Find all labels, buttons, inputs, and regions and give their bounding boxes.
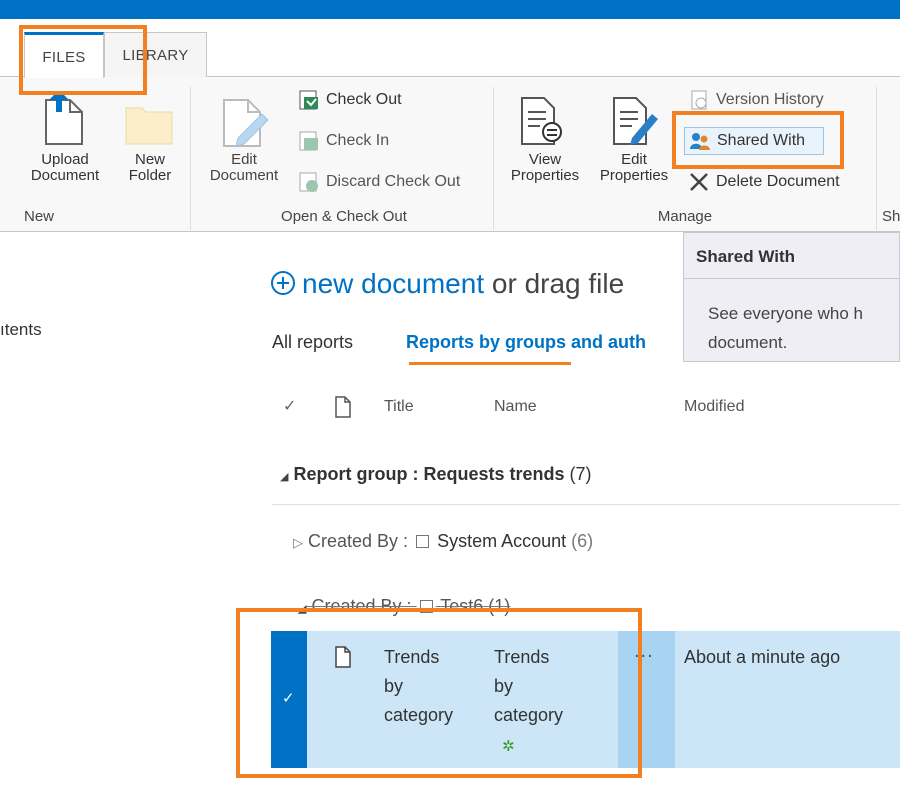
view-properties-button[interactable]: View Properties [500,94,590,194]
upload-icon [45,92,83,145]
column-header-name[interactable]: Name [494,398,537,416]
version-history-icon [691,90,707,110]
select-all-checkmark[interactable]: ✓ [283,396,296,416]
delete-document-button[interactable]: Delete Document [688,170,840,194]
view-properties-icon [521,97,562,145]
group-header-report-group[interactable]: ◢ Report group : Requests trends (7) [280,464,592,485]
new-document-link[interactable]: new document [302,268,484,299]
new-folder-button[interactable]: New Folder [118,92,182,192]
active-view-underline [409,362,571,365]
version-history-label: Version History [716,91,824,108]
drag-files-text: or drag file [484,268,625,299]
group-separator [876,87,877,230]
add-circle-icon[interactable] [270,270,296,296]
group-label-share-partial: Sh [882,208,900,225]
view-properties-label: View Properties [510,151,580,184]
edit-properties-label: Edit Properties [599,151,669,184]
group-label-open-check-out: Open & Check Out [281,208,407,225]
version-history-button[interactable]: Version History [688,88,824,112]
subgroup-count: (6) [571,531,594,551]
column-header-modified[interactable]: Modified [684,398,744,416]
collapse-triangle-icon[interactable]: ◢ [280,471,288,483]
edit-properties-icon [613,97,658,145]
presence-checkbox-icon [416,535,430,548]
tooltip-body-line: document. [708,333,788,352]
check-in-icon [299,131,318,151]
check-out-label: Check Out [326,91,402,108]
sidebar-site-contents-link[interactable]: ıtents [0,320,42,340]
group-separator [190,87,191,230]
check-in-button[interactable]: Check In [298,129,389,153]
document-type-icon [335,396,351,418]
edit-document-button[interactable]: Edit Document [200,92,288,192]
row-modified-cell: About a minute ago [684,647,841,667]
check-in-label: Check In [326,132,390,149]
new-folder-label: New Folder [128,151,172,184]
discard-check-out-icon [299,172,318,192]
upload-document-button[interactable]: Upload Document [20,92,110,192]
view-reports-by-groups[interactable]: Reports by groups and auth [406,332,646,353]
group-label-manage: Manage [657,208,713,225]
subgroup-name: System Account [437,531,567,551]
subgroup-prefix: Created By : [308,531,409,551]
tooltip-body: See everyone who h document. [684,278,900,357]
check-out-icon [299,90,318,110]
shared-with-tooltip: Shared With See everyone who h document. [683,232,900,362]
folder-icon [125,107,173,145]
tooltip-body-line: See everyone who h [708,304,863,323]
upload-document-label: Upload Document [30,151,100,184]
edit-properties-button[interactable]: Edit Properties [590,94,678,194]
column-header-title[interactable]: Title [384,398,414,416]
group-divider [272,504,900,505]
delete-x-icon [690,172,708,191]
discard-check-out-button[interactable]: Discard Check Out [298,170,460,194]
highlight-box-files-tab [19,25,147,95]
tooltip-title: Shared With [696,247,796,266]
expand-triangle-icon[interactable]: ▷ [293,535,303,550]
suite-bar [0,0,900,19]
check-out-button[interactable]: Check Out [298,88,402,112]
highlight-box-selected-row [236,608,642,778]
group-label: Report group : Requests trends [293,464,565,484]
view-all-reports[interactable]: All reports [272,332,353,353]
edit-document-label: Edit Document [209,151,279,184]
discard-check-out-label: Discard Check Out [326,173,461,190]
new-document-area: new document or drag file [270,268,624,300]
delete-document-label: Delete Document [716,173,840,190]
edit-document-icon [223,99,269,147]
group-count: (7) [569,464,592,484]
group-label-new: New [24,208,55,225]
highlight-box-shared-with [672,111,844,169]
subgroup-header-system-account[interactable]: ▷ Created By : System Account (6) [293,531,593,552]
